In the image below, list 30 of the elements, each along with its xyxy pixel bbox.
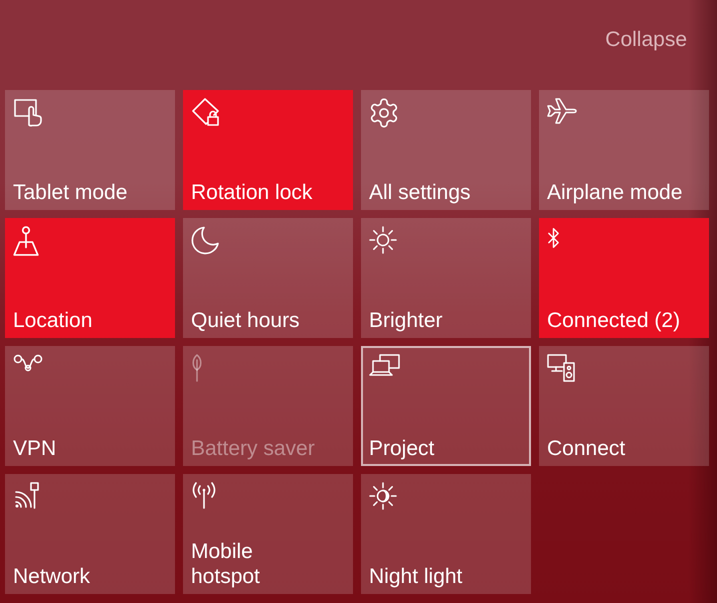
quick-action-tile[interactable]: Rotation lock: [183, 90, 353, 210]
monitor-speaker-icon: [547, 354, 575, 382]
quick-action-tile[interactable]: Brighter: [361, 218, 531, 338]
quick-action-tile[interactable]: Location: [5, 218, 175, 338]
map-pin-icon: [13, 226, 39, 256]
quick-action-tile[interactable]: All settings: [361, 90, 531, 210]
moon-icon: [191, 226, 220, 255]
quick-action-tile[interactable]: Connected (2): [539, 218, 709, 338]
antenna-icon: [191, 482, 217, 509]
quick-action-tile[interactable]: Network: [5, 474, 175, 594]
collapse-link[interactable]: Collapse: [605, 27, 687, 52]
quick-action-tile[interactable]: Connect: [539, 346, 709, 466]
quick-action-tile[interactable]: VPN: [5, 346, 175, 466]
half-sun-icon: [369, 482, 397, 510]
quick-action-tile[interactable]: Project: [361, 346, 531, 466]
quick-action-tile[interactable]: Airplane mode: [539, 90, 709, 210]
rotated-screen-lock-icon: [191, 98, 220, 127]
bluetooth-icon: [547, 226, 560, 250]
leaf-icon: [191, 354, 203, 382]
tablet-hand-icon: [13, 98, 43, 127]
wifi-cable-icon: [13, 482, 40, 510]
airplane-icon: [547, 98, 577, 124]
quick-action-tile[interactable]: Quiet hours: [183, 218, 353, 338]
two-screens-icon: [369, 354, 400, 376]
quick-action-tile[interactable]: Night light: [361, 474, 531, 594]
linked-loops-icon: [13, 354, 43, 372]
sun-icon: [369, 226, 397, 254]
settings-icon: [369, 98, 399, 128]
quick-action-tile[interactable]: Tablet mode: [5, 90, 175, 210]
quick-action-tile[interactable]: Mobile hotspot: [183, 474, 353, 594]
